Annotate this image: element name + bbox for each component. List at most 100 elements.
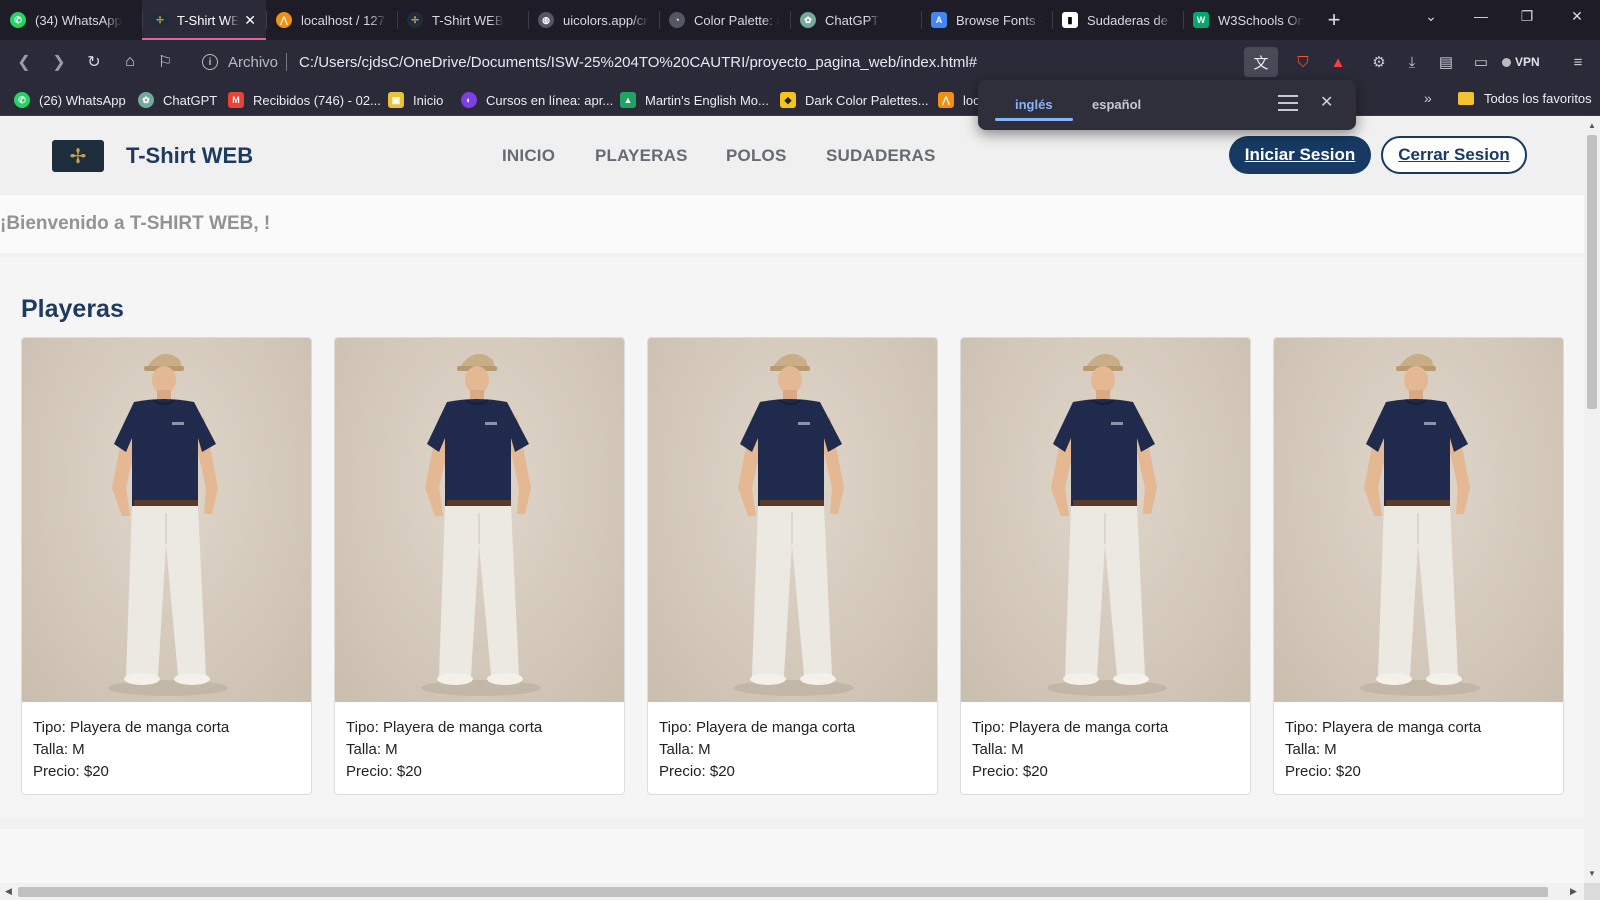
- new-tab-button[interactable]: +: [1314, 0, 1354, 40]
- product-card[interactable]: Tipo: Playera de manga corta Talla: M Pr…: [647, 337, 938, 795]
- logo[interactable]: ✢: [52, 140, 104, 172]
- translate-options-icon[interactable]: [1278, 95, 1298, 116]
- login-button[interactable]: Iniciar Sesion: [1229, 136, 1371, 174]
- product-info: Tipo: Playera de manga corta Talla: M Pr…: [33, 717, 229, 783]
- url-divider: [286, 53, 288, 71]
- scroll-up-icon[interactable]: ▲: [1588, 121, 1596, 130]
- translate-icon[interactable]: 文: [1244, 47, 1278, 77]
- brave-shield-icon[interactable]: ⛉: [1291, 50, 1315, 74]
- bookmark-dark-palettes[interactable]: ◆ Dark Color Palettes...: [780, 91, 929, 109]
- forward-icon[interactable]: ❯: [45, 48, 73, 76]
- back-icon[interactable]: ❮: [10, 48, 38, 76]
- scroll-left-icon[interactable]: ◀: [5, 886, 12, 897]
- product-card[interactable]: Tipo: Playera de manga corta Talla: M Pr…: [21, 337, 312, 795]
- minimize-icon[interactable]: —: [1458, 0, 1504, 32]
- tab-tshirt-web[interactable]: ✢ T-Shirt WEB: [397, 0, 528, 40]
- product-image[interactable]: [22, 338, 311, 702]
- gmail-icon: M: [228, 92, 244, 108]
- bookmark-inicio[interactable]: ▣ Inicio: [388, 91, 443, 109]
- product-image[interactable]: [1274, 338, 1563, 702]
- folder-icon: [1458, 92, 1474, 105]
- scrollbar-corner: [1584, 883, 1600, 900]
- translate-lang-from[interactable]: inglés: [1015, 97, 1053, 112]
- product-image[interactable]: [335, 338, 624, 702]
- translate-lang-to[interactable]: español: [1092, 97, 1141, 112]
- product-image[interactable]: [648, 338, 937, 702]
- site-info-icon[interactable]: i: [202, 54, 218, 70]
- vpn-button[interactable]: VPN: [1502, 52, 1540, 72]
- products-section: Playeras Tipo: Playera de manga corta Ta…: [0, 257, 1584, 817]
- bookmark-cursos[interactable]: ◐ Cursos en línea: apr...: [461, 91, 613, 109]
- bookmark-chatgpt[interactable]: ✿ ChatGPT: [138, 91, 217, 109]
- bookmarks-bar: ✆ (26) WhatsApp ✿ ChatGPT M Recibidos (7…: [0, 84, 1600, 116]
- tab-color-palette[interactable]: ◔ Color Palette: #: [659, 0, 790, 40]
- scroll-down-icon[interactable]: ▼: [1588, 869, 1596, 878]
- tab-localhost[interactable]: ⋀ localhost / 127.0.0.1: [266, 0, 397, 40]
- brave-rewards-icon[interactable]: ▲: [1326, 50, 1350, 74]
- bookmarks-overflow-icon[interactable]: »: [1424, 90, 1432, 106]
- tab-uicolors[interactable]: ◍ uicolors.app/create: [528, 0, 659, 40]
- all-favorites-folder[interactable]: Todos los favoritos: [1458, 91, 1592, 106]
- tab-search-chevron-icon[interactable]: ⌄: [1408, 0, 1454, 32]
- home-icon[interactable]: ⌂: [116, 48, 144, 76]
- download-icon[interactable]: ⤓: [1400, 50, 1424, 74]
- restore-icon[interactable]: ❐: [1504, 0, 1550, 32]
- nav-polos[interactable]: POLOS: [726, 146, 787, 166]
- product-info: Tipo: Playera de manga corta Talla: M Pr…: [659, 717, 855, 783]
- product-size: Talla: M: [972, 741, 1024, 758]
- nav-playeras[interactable]: PLAYERAS: [595, 146, 688, 166]
- product-card[interactable]: Tipo: Playera de manga corta Talla: M Pr…: [1273, 337, 1564, 795]
- bookmark-icon[interactable]: ⚐: [151, 48, 179, 76]
- phpmyadmin-icon: ⋀: [276, 12, 292, 28]
- bookmark-localhost[interactable]: ⋀ loc: [938, 91, 980, 109]
- w3schools-icon: W: [1193, 12, 1209, 28]
- welcome-message: ¡Bienvenido a T-SHIRT WEB, !: [0, 213, 271, 234]
- product-card[interactable]: Tipo: Playera de manga corta Talla: M Pr…: [960, 337, 1251, 795]
- scroll-right-icon[interactable]: ▶: [1570, 886, 1577, 897]
- product-price: Precio: $20: [659, 763, 735, 780]
- tshirt-site-icon: ✢: [407, 12, 423, 28]
- url-text[interactable]: C:/Users/cjdsC/OneDrive/Documents/ISW-25…: [299, 54, 977, 71]
- vpn-status-icon: [1502, 57, 1511, 67]
- tab-google-fonts[interactable]: A Browse Fonts - Google Fonts: [921, 0, 1052, 40]
- nav-inicio[interactable]: INICIO: [502, 146, 555, 166]
- vertical-scroll-thumb[interactable]: [1587, 135, 1597, 409]
- product-info: Tipo: Playera de manga corta Talla: M Pr…: [972, 717, 1168, 783]
- extensions-icon[interactable]: ⚙: [1367, 50, 1391, 74]
- menu-icon[interactable]: ≡: [1566, 50, 1590, 74]
- selected-lang-underline: [995, 118, 1073, 121]
- close-window-icon[interactable]: ✕: [1554, 0, 1600, 32]
- wallet-icon[interactable]: ▭: [1469, 50, 1493, 74]
- tab-sudaderas[interactable]: ▮ Sudaderas de hombre: [1052, 0, 1183, 40]
- store-icon: ▮: [1062, 12, 1078, 28]
- product-card[interactable]: Tipo: Playera de manga corta Talla: M Pr…: [334, 337, 625, 795]
- browser-toolbar: ❮ ❯ ↻ ⌂ ⚐ i Archivo C:/Users/cjdsC/OneDr…: [0, 40, 1600, 84]
- vertical-scrollbar[interactable]: ▲ ▼: [1584, 117, 1600, 883]
- brand-name[interactable]: T-Shirt WEB: [126, 143, 253, 169]
- whatsapp-icon: ✆: [14, 92, 30, 108]
- product-image[interactable]: [961, 338, 1250, 702]
- bookmark-gmail[interactable]: M Recibidos (746) - 02...: [228, 91, 381, 109]
- logout-button[interactable]: Cerrar Sesion: [1381, 136, 1527, 174]
- reload-icon[interactable]: ↻: [80, 48, 108, 76]
- bookmark-english[interactable]: ▲ Martin's English Mo...: [620, 91, 769, 109]
- palette-icon: ◔: [669, 12, 685, 28]
- horizontal-scroll-thumb[interactable]: [18, 887, 1548, 897]
- horizontal-scrollbar[interactable]: ◀ ▶: [0, 883, 1584, 900]
- whatsapp-icon: ✆: [10, 12, 26, 28]
- nav-sudaderas[interactable]: SUDADERAS: [826, 146, 935, 166]
- product-info: Tipo: Playera de manga corta Talla: M Pr…: [1285, 717, 1481, 783]
- close-tab-icon[interactable]: ✕: [244, 12, 256, 29]
- tab-whatsapp[interactable]: ✆ (34) WhatsApp: [0, 0, 142, 40]
- address-bar[interactable]: i Archivo C:/Users/cjdsC/OneDrive/Docume…: [192, 45, 1288, 79]
- browser-tab-bar: ✆ (34) WhatsApp ✢ T-Shirt WEB ✕ ⋀ localh…: [0, 0, 1600, 40]
- courses-icon: ◐: [461, 92, 477, 108]
- sidebar-icon[interactable]: ▤: [1434, 50, 1458, 74]
- tab-chatgpt[interactable]: ✿ ChatGPT: [790, 0, 921, 40]
- close-translate-icon[interactable]: ✕: [1320, 92, 1333, 112]
- product-size: Talla: M: [659, 741, 711, 758]
- product-type: Tipo: Playera de manga corta: [972, 719, 1169, 736]
- tab-tshirt-web-active[interactable]: ✢ T-Shirt WEB ✕: [142, 0, 266, 40]
- tab-w3schools[interactable]: W W3Schools Online: [1183, 0, 1314, 40]
- bookmark-whatsapp[interactable]: ✆ (26) WhatsApp: [14, 91, 126, 109]
